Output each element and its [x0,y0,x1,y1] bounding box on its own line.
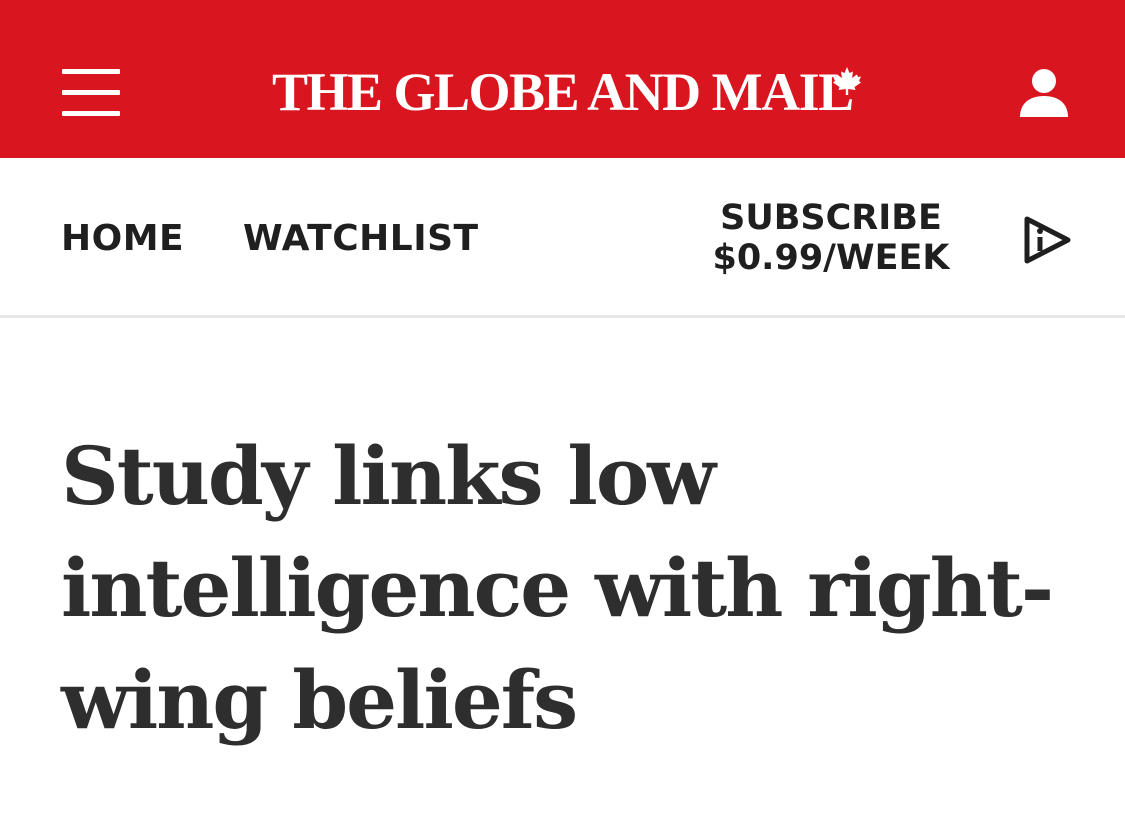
section-navbar: HOME WATCHLIST SUBSCRIBE $0.99/WEEK [0,158,1125,318]
hamburger-menu-icon[interactable] [62,69,122,117]
article-headline: Study links low intelligence with right-… [61,420,1071,756]
maple-leaf-icon [833,67,861,95]
subscribe-label: SUBSCRIBE [720,198,942,238]
headline-line: wing beliefs [61,653,578,747]
subscribe-price: $0.99/WEEK [712,238,950,278]
user-account-icon[interactable] [1018,67,1070,119]
masthead: THE GLOBE AND MAIL [0,0,1125,158]
headline-line: intelligence with right- [61,541,1054,635]
nav-watchlist-link[interactable]: WATCHLIST [243,219,479,259]
headline-line: Study links low [61,429,716,523]
play-video-icon[interactable] [1020,214,1074,266]
nav-home-link[interactable]: HOME [61,219,184,259]
subscribe-button[interactable]: SUBSCRIBE $0.99/WEEK [700,198,962,278]
site-logo[interactable]: THE GLOBE AND MAIL [272,62,854,122]
